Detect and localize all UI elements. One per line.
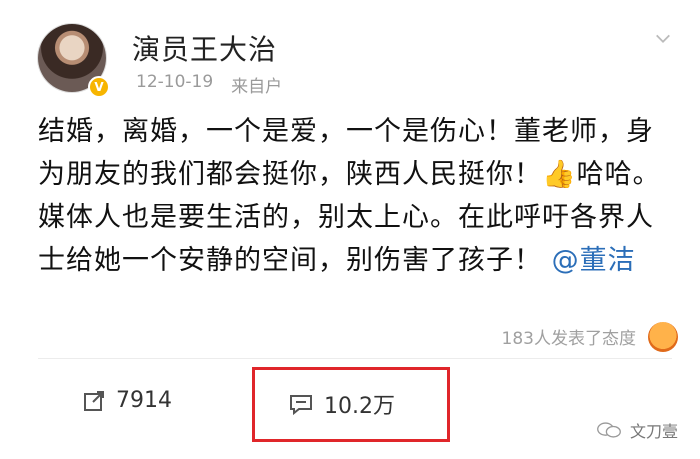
post-meta: 12-10-19 来自户	[136, 72, 282, 97]
post-source: 来自户	[231, 77, 283, 97]
wechat-icon	[597, 422, 621, 438]
post-date: 12-10-19	[136, 72, 214, 92]
repost-icon	[84, 390, 104, 411]
divider	[38, 358, 672, 359]
reaction-emoji-icon[interactable]	[648, 322, 678, 352]
reaction-summary[interactable]: 183人发表了态度	[502, 324, 636, 349]
repost-button[interactable]: 7914	[82, 388, 172, 413]
chevron-down-icon[interactable]	[654, 30, 672, 48]
mention-link[interactable]: @董洁	[552, 245, 636, 276]
verified-icon: V	[88, 76, 110, 98]
highlight-box	[252, 367, 450, 442]
watermark-text: 文刀壹	[629, 422, 678, 441]
username[interactable]: 演员王大治	[132, 28, 277, 68]
post-body: 结婚，离婚，一个是爱，一个是伤心！董老师，身为朋友的我们都会挺你，陕西人民挺你！…	[38, 110, 678, 282]
repost-count: 7914	[116, 388, 172, 413]
watermark: 文刀壹	[596, 418, 678, 442]
